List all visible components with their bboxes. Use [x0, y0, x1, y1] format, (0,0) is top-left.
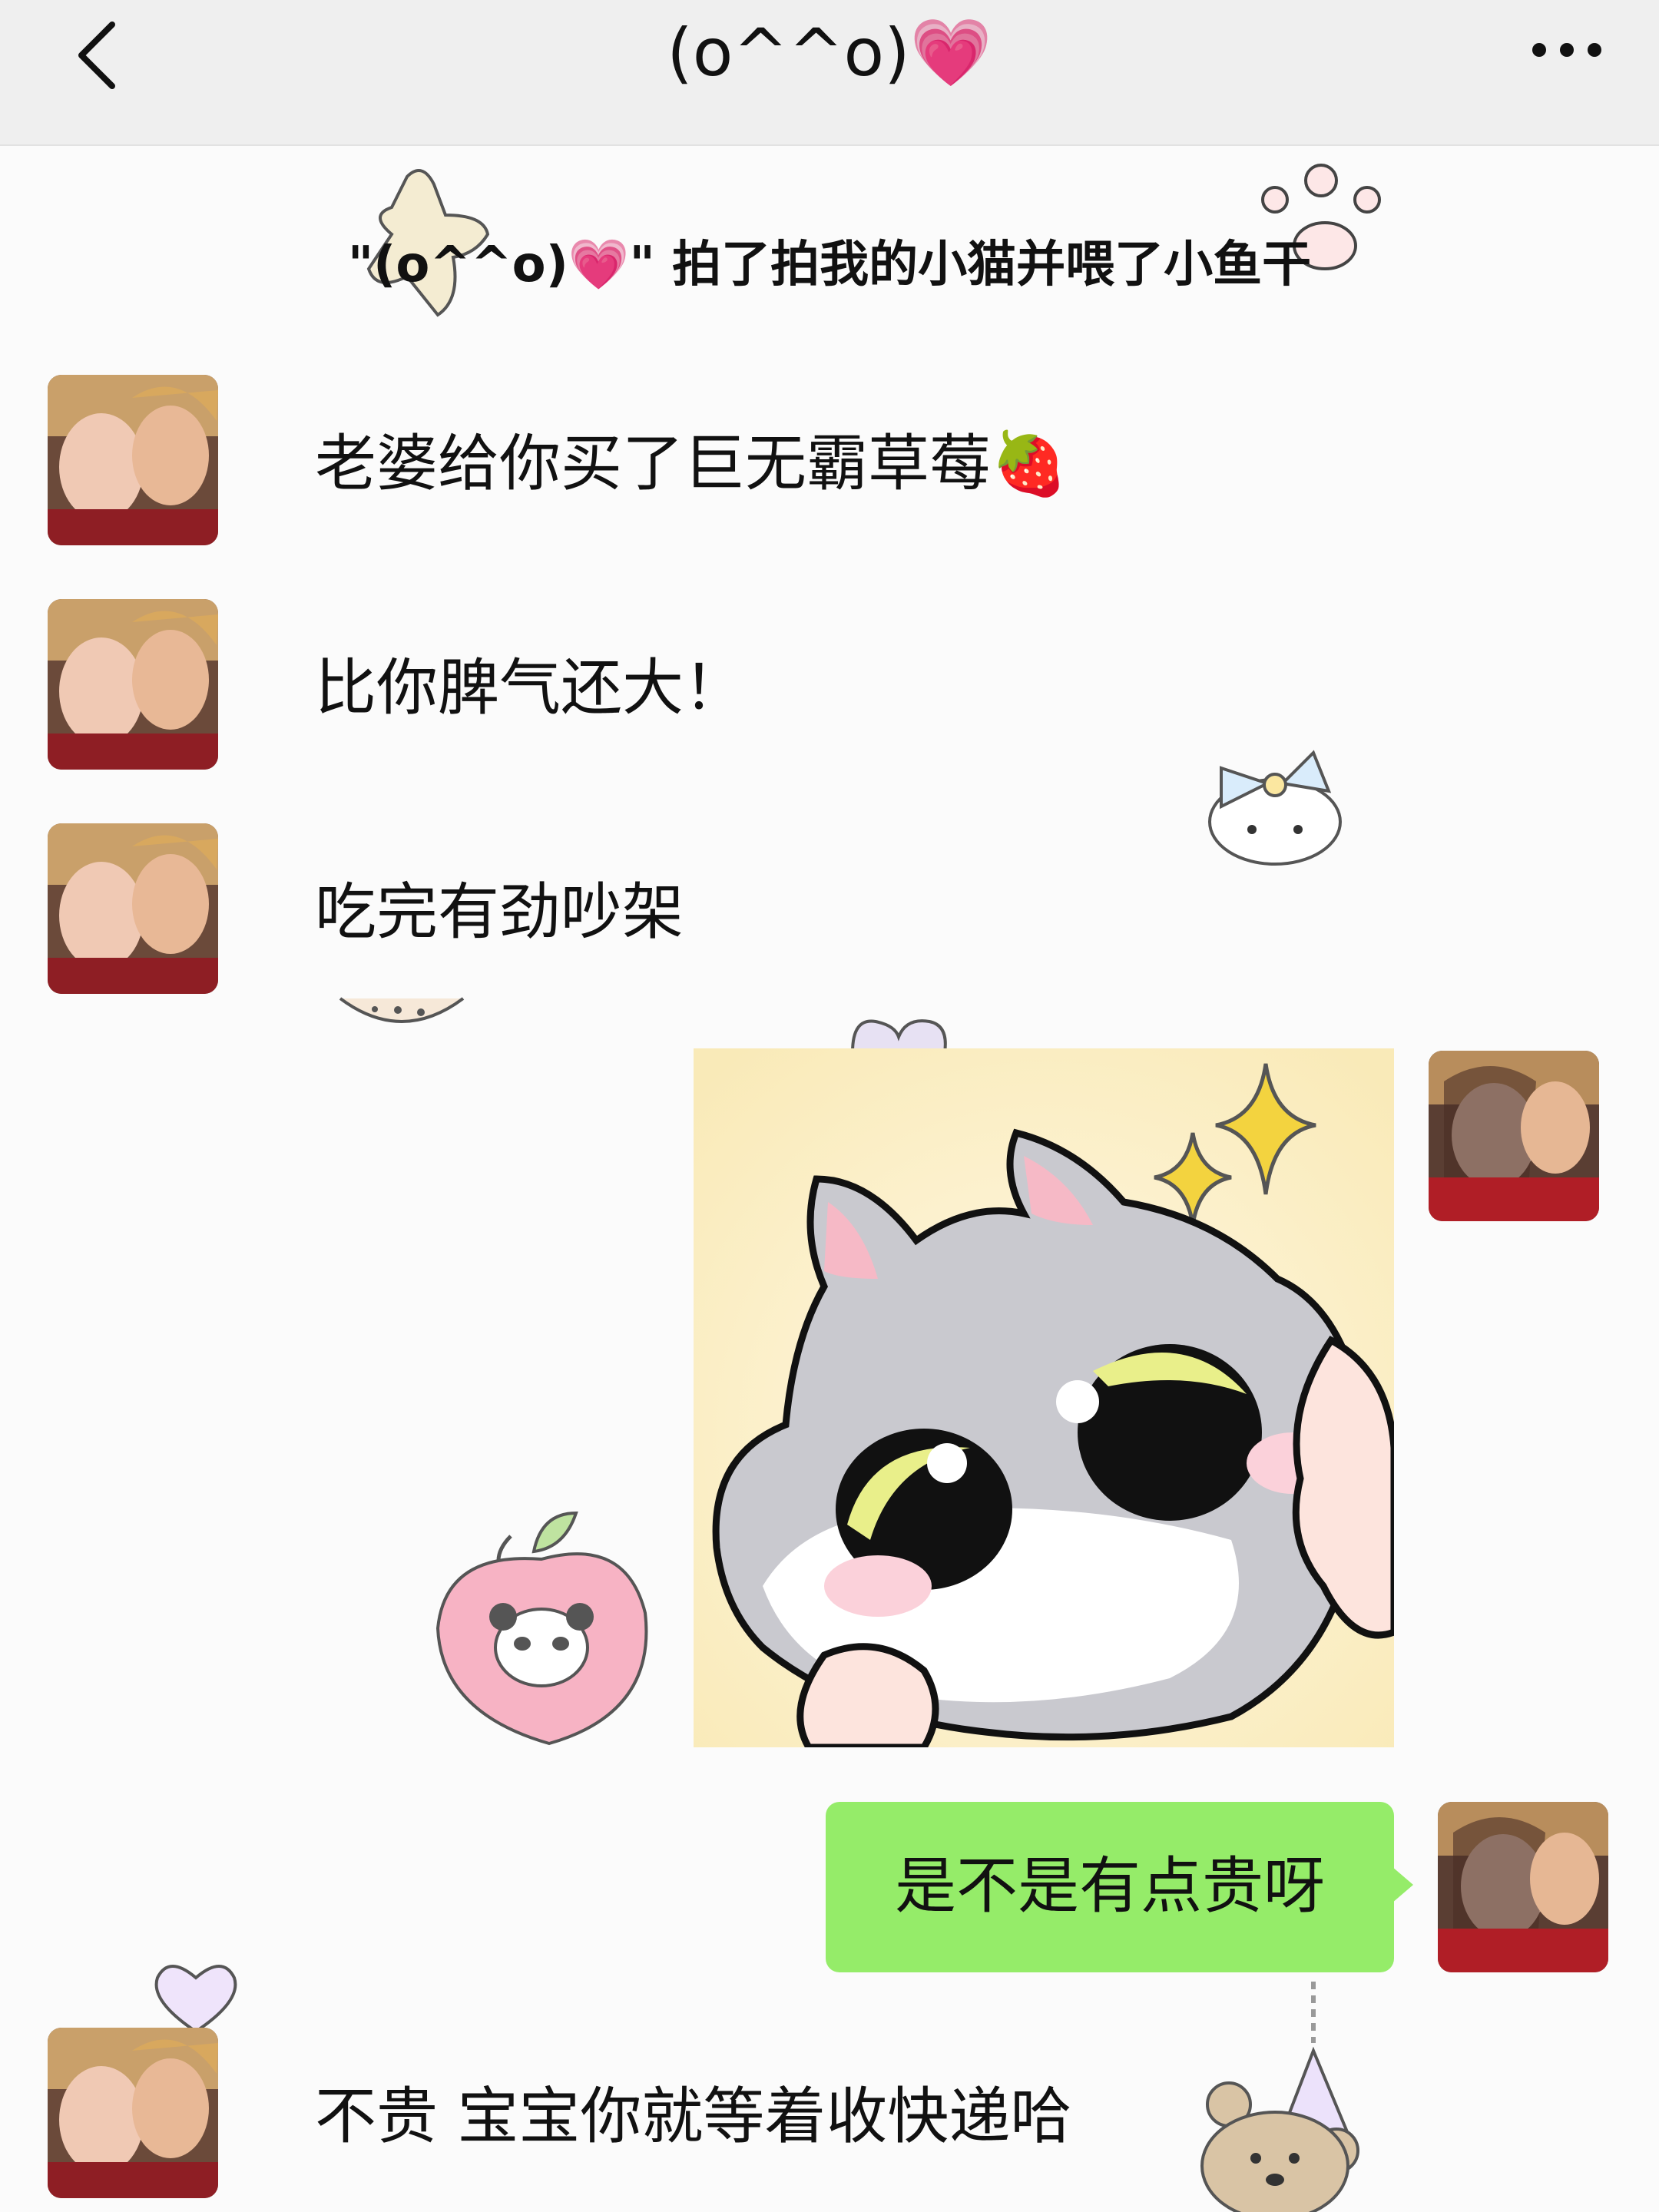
couple-photo-icon	[48, 599, 218, 770]
more-dots-icon	[1532, 43, 1601, 57]
my-avatar[interactable]	[1438, 1802, 1608, 1972]
cat-sticker-image[interactable]	[694, 1048, 1394, 1747]
outgoing-message-bubble[interactable]: 是不是有点贵呀	[826, 1802, 1394, 1972]
avatar[interactable]	[48, 823, 218, 994]
message-text: 不贵 宝宝你就等着收快递哈	[315, 2081, 1072, 2152]
bow-kitty-icon	[1208, 750, 1342, 866]
bear-party-hat-icon	[1200, 1982, 1359, 2212]
message-text: 是不是有点贵呀	[895, 1850, 1325, 1922]
chat-header: (o^^o)💗	[0, 0, 1659, 146]
couple-photo-icon	[48, 2028, 218, 2198]
heart-doodle-icon	[851, 1019, 947, 1052]
avatar[interactable]	[48, 375, 218, 545]
message-text: 吃完有劲吵架	[315, 876, 684, 948]
avatar[interactable]	[48, 2028, 218, 2198]
couple-photo-icon	[48, 375, 218, 545]
my-avatar[interactable]	[1429, 1051, 1599, 1221]
bubble-tail	[1392, 1866, 1413, 1903]
panda-apple-icon	[435, 1511, 648, 1746]
gray-cat-sparkle-sticker-icon	[694, 1048, 1394, 1747]
system-pat-message: "(o^^o)💗" 拍了拍我的小猫并喂了小鱼干	[347, 237, 1312, 293]
potato-doodle-icon	[339, 997, 465, 1023]
heart-outline-icon	[154, 1965, 237, 2034]
couple-photo-icon	[1438, 1802, 1608, 1972]
more-button[interactable]	[1528, 31, 1605, 69]
couple-photo-icon	[1429, 1051, 1599, 1221]
message-text: 老婆给你买了巨无霸草莓🍓	[315, 428, 1068, 499]
message-text: 比你脾气还大！	[315, 652, 745, 724]
avatar[interactable]	[48, 599, 218, 770]
couple-photo-icon	[48, 823, 218, 994]
chat-title: (o^^o)💗	[667, 15, 992, 91]
